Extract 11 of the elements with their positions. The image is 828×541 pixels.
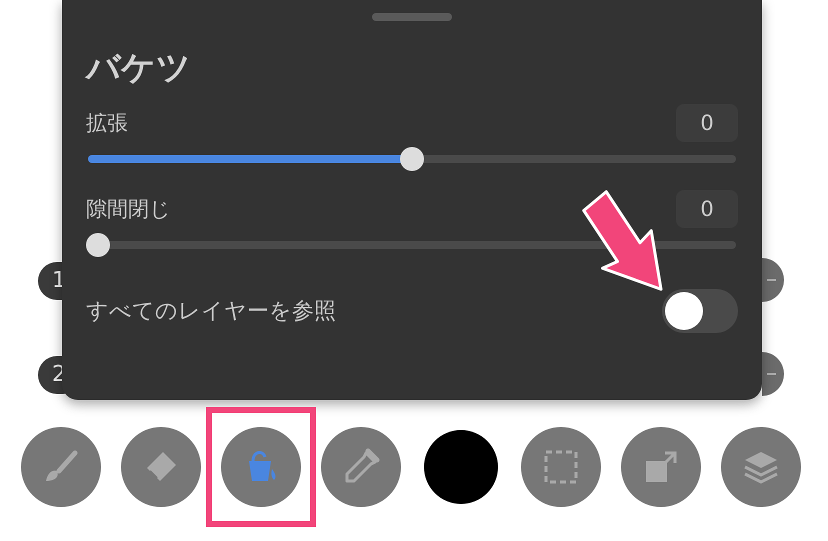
drag-handle[interactable]: [372, 13, 452, 21]
slider-label: 拡張: [86, 110, 128, 137]
panel-title: バケツ: [86, 47, 192, 90]
toggle-label: すべてのレイヤーを参照: [86, 298, 336, 326]
slider[interactable]: [86, 147, 738, 171]
value-field[interactable]: 0: [676, 190, 738, 228]
slider-thumb[interactable]: [400, 147, 424, 171]
toggle-switch[interactable]: [662, 289, 738, 333]
value-field[interactable]: 0: [676, 104, 738, 142]
slider-thumb[interactable]: [86, 233, 110, 257]
slider-label: 隙間閉じ: [86, 196, 171, 223]
